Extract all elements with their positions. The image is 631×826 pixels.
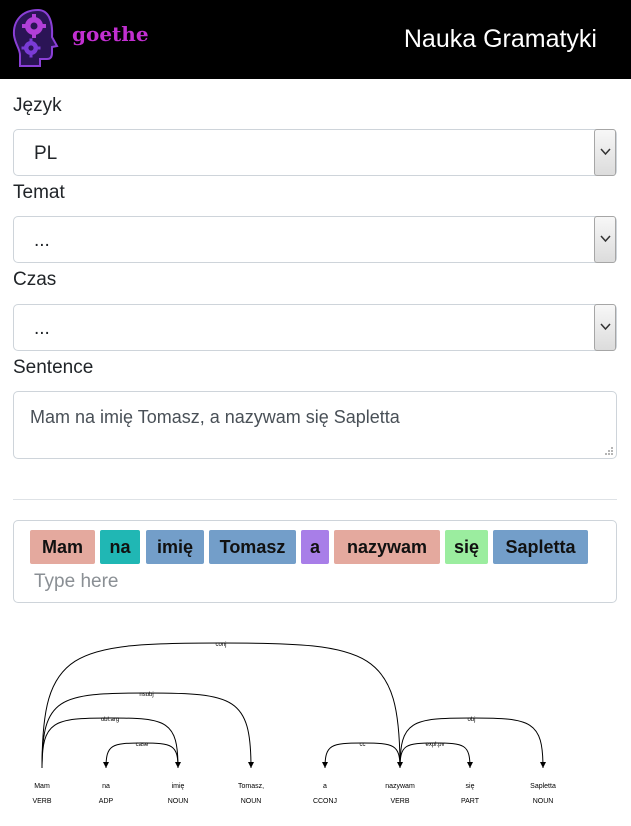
topic-select-value: ...	[34, 230, 50, 251]
tree-arrowhead	[103, 762, 109, 768]
language-label: Język	[13, 95, 62, 116]
tree-arc-label: obl:arg	[101, 717, 119, 723]
sentence-textarea[interactable]: Mam na imię Tomasz, a nazywam się Saplet…	[13, 391, 617, 459]
token-tag[interactable]: nazywam	[334, 530, 440, 564]
language-select[interactable]: PL	[13, 129, 617, 176]
tree-pos-tag: VERB	[390, 798, 409, 805]
tree-word: na	[102, 783, 110, 790]
chevron-down-icon[interactable]	[594, 304, 616, 351]
resize-grip-icon[interactable]	[603, 445, 613, 455]
tree-word: imię	[172, 783, 185, 790]
sentence-text: Mam na imię Tomasz, a nazywam się Saplet…	[30, 407, 400, 427]
tree-arc-label: cc	[360, 742, 366, 748]
tree-arc	[41, 692, 252, 769]
token-tag[interactable]: imię	[146, 530, 204, 564]
tree-word: się	[466, 783, 475, 790]
token-input-box[interactable]: Mam na imię Tomasz a nazywam się Saplett…	[13, 520, 617, 603]
token-tag[interactable]: się	[445, 530, 488, 564]
tree-arrowhead	[248, 762, 254, 768]
chevron-down-icon[interactable]	[594, 216, 616, 263]
tree-arc-label: expl:pv	[425, 742, 444, 748]
tree-word: a	[323, 783, 327, 790]
tree-word: Mam	[34, 783, 50, 790]
dependency-tree: Mam VERB na ADP imię NOUN Tomasz, NOUN a CCONJ naz…	[32, 642, 556, 805]
token-tag[interactable]: na	[100, 530, 140, 564]
tree-arrowhead	[467, 762, 473, 768]
tense-select[interactable]: ...	[13, 304, 617, 351]
token-tag[interactable]: Sapletta	[493, 530, 588, 564]
tree-pos-tag: VERB	[32, 798, 51, 805]
tree-arc-label: case	[136, 742, 149, 748]
tree-word: nazywam	[385, 783, 415, 790]
tree-pos-tag: ADP	[99, 798, 114, 805]
tree-pos-tag: PART	[461, 798, 480, 805]
tree-arc-label: obj	[467, 717, 475, 723]
topic-label: Temat	[13, 182, 65, 203]
brand-name[interactable]: goethe	[72, 22, 149, 46]
token-type-input[interactable]: Type here	[34, 571, 119, 593]
sentence-label: Sentence	[13, 357, 94, 378]
token-tag[interactable]: a	[301, 530, 329, 564]
tree-arc	[41, 642, 401, 769]
tense-label: Czas	[13, 269, 57, 290]
brain-gears-logo-icon[interactable]	[10, 6, 66, 70]
tree-word: Sapletta	[530, 783, 556, 790]
divider	[13, 499, 617, 500]
language-select-value: PL	[34, 143, 58, 164]
tense-select-value: ...	[34, 318, 50, 339]
tree-arrowhead	[322, 762, 328, 768]
topic-select[interactable]: ...	[13, 216, 617, 263]
tree-pos-tag: NOUN	[168, 798, 189, 805]
tree-arrowhead	[540, 762, 546, 768]
token-tag[interactable]: Mam	[30, 530, 95, 564]
navbar: goethe Nauka Gramatyki	[0, 0, 631, 79]
tree-arc-label: nsubj	[139, 692, 153, 698]
tree-pos-tag: CCONJ	[313, 798, 337, 805]
page-title: Nauka Gramatyki	[403, 25, 597, 53]
tree-pos-tag: NOUN	[533, 798, 554, 805]
tree-word: Tomasz,	[238, 783, 264, 790]
token-tag[interactable]: Tomasz	[209, 530, 296, 564]
chevron-down-icon[interactable]	[594, 129, 616, 176]
tree-arc-label: conj	[215, 642, 226, 648]
tree-pos-tag: NOUN	[241, 798, 262, 805]
